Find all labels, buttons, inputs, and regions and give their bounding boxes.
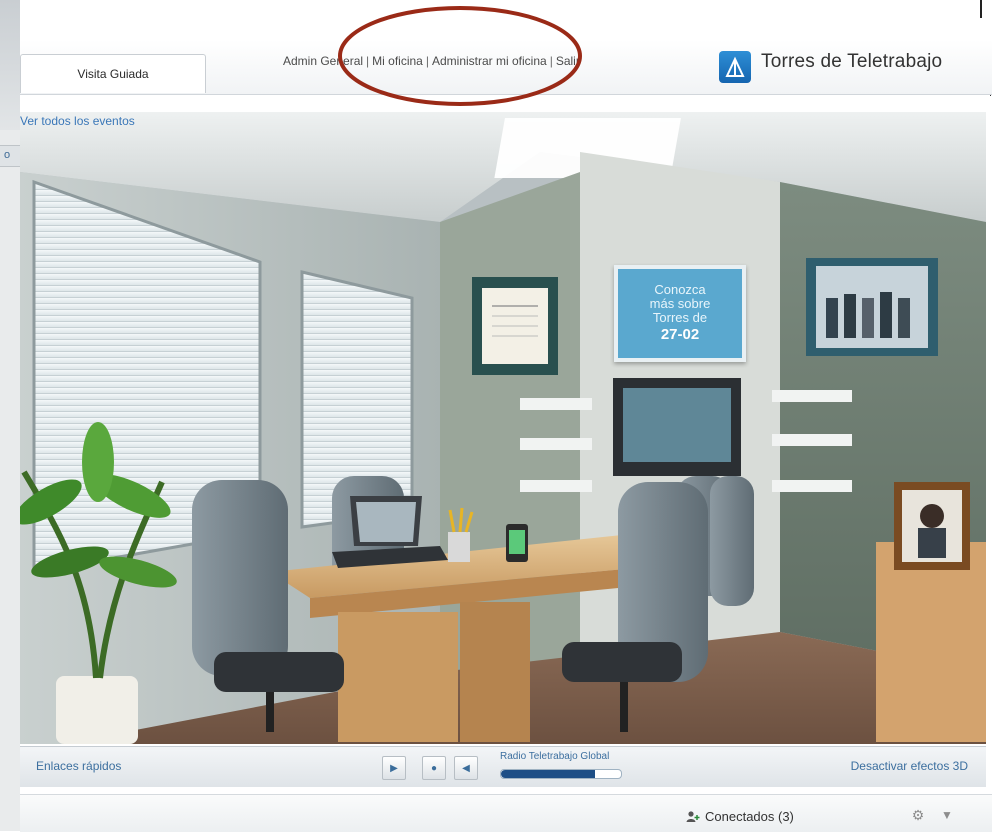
nav-separator: | <box>366 54 370 68</box>
conectados-label: Conectados (3) <box>705 809 794 824</box>
nav-administrar-mi-oficina[interactable]: Administrar mi oficina <box>432 54 547 68</box>
left-fragment-item: o <box>0 145 20 167</box>
conectados-button[interactable]: Conectados (3) <box>686 809 794 824</box>
settings-icon: ⚙ <box>911 806 925 823</box>
left-window-fragment <box>0 0 20 130</box>
tab-visita-guiada[interactable]: Visita Guiada <box>20 54 206 93</box>
status-bar: Conectados (3) ⚙ ▼ <box>20 794 992 832</box>
header-bar: Visita Guiada Admin General | Mi oficina | A… <box>20 40 992 95</box>
play-icon: ▶ <box>390 762 398 774</box>
settings-button[interactable]: ⚙ <box>909 806 927 824</box>
info-board-line: Torres de <box>652 310 708 325</box>
radio-volume-fill <box>501 770 595 778</box>
previous-icon: ◀ <box>462 762 470 774</box>
bottom-toolbar: Enlaces rápidos ▶ ● ◀ Radio Teletrabajo … <box>20 746 986 787</box>
minimize-icon: ▼ <box>941 808 953 822</box>
info-board-date: 27-02 <box>660 326 700 343</box>
brand-title: Torres de Teletrabajo <box>761 51 943 72</box>
play-button[interactable]: ▶ <box>382 756 406 780</box>
brand-logo-icon <box>719 51 751 83</box>
office-3d-view[interactable]: Ver todos los eventos Conozca más sobre … <box>20 112 986 744</box>
info-board-line: más sobre <box>649 296 711 311</box>
nav-separator: | <box>425 54 429 68</box>
previous-button[interactable]: ◀ <box>454 756 478 780</box>
top-navigation: Admin General | Mi oficina | Administrar mi … <box>283 54 580 68</box>
desactivar-efectos-3d-link[interactable]: Desactivar efectos 3D <box>851 759 968 773</box>
left-fragment-text: o <box>4 149 11 161</box>
window-edge-line <box>980 0 982 18</box>
info-board[interactable]: Conozca más sobre Torres de 27-02 <box>614 265 746 362</box>
stop-icon: ● <box>430 762 438 774</box>
office-scene <box>20 112 986 744</box>
radio-station-label: Radio Teletrabajo Global <box>500 751 610 762</box>
nav-admin-general[interactable]: Admin General <box>283 54 363 68</box>
add-user-icon <box>686 810 700 822</box>
nav-mi-oficina[interactable]: Mi oficina <box>372 54 423 68</box>
info-board-line: Conozca <box>654 282 706 297</box>
stop-button[interactable]: ● <box>422 756 446 780</box>
radio-volume-slider[interactable] <box>500 769 622 779</box>
minimize-button[interactable]: ▼ <box>938 806 956 824</box>
nav-separator: | <box>549 54 553 68</box>
nav-salir[interactable]: Salir <box>556 54 580 68</box>
ver-todos-eventos-link[interactable]: Ver todos los eventos <box>20 114 135 128</box>
enlaces-rapidos-link[interactable]: Enlaces rápidos <box>36 759 121 773</box>
